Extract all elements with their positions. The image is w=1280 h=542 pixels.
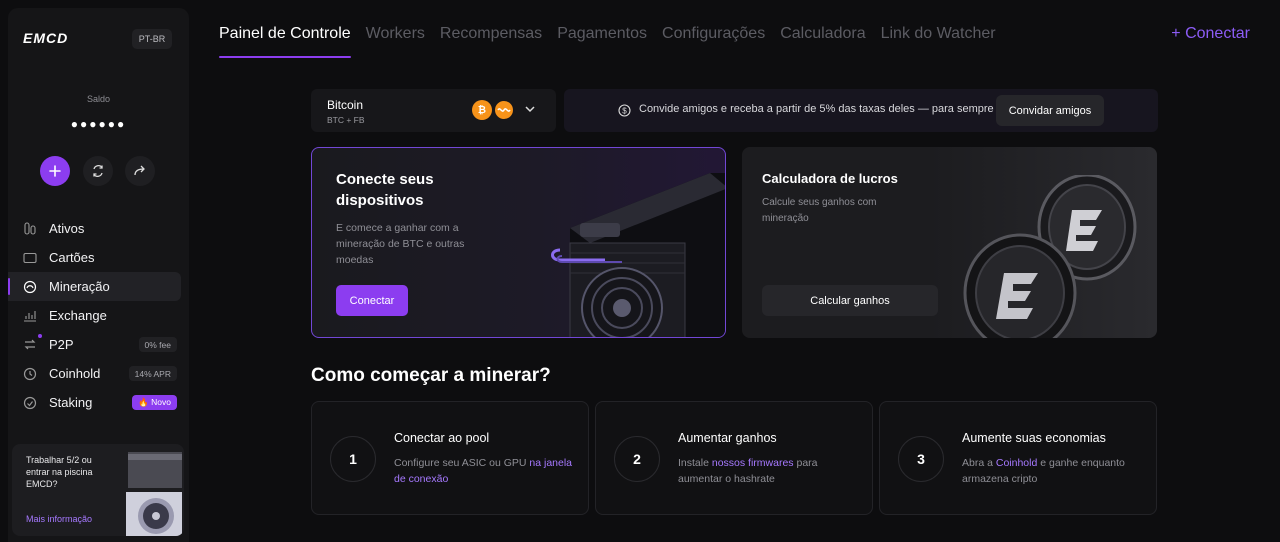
send-arrow-icon <box>134 165 145 176</box>
coinhold-link[interactable]: Coinhold <box>996 457 1037 469</box>
language-selector[interactable]: PT-BR <box>132 29 172 49</box>
step-title: Conectar ao pool <box>394 431 490 445</box>
apr-badge: 14% APR <box>128 366 177 381</box>
how-to-start-title: Como começar a minerar? <box>311 365 551 386</box>
sidebar-item-label: Exchange <box>49 308 107 323</box>
tab-dashboard[interactable]: Painel de Controle <box>219 25 351 58</box>
tab-rewards[interactable]: Recompensas <box>440 25 542 58</box>
connect-button[interactable]: Conectar <box>336 285 408 316</box>
bitcoin-icon: ₿ <box>472 100 492 120</box>
deposit-button[interactable] <box>40 156 70 186</box>
plus-icon <box>49 165 61 177</box>
balance-label: Saldo <box>86 94 111 104</box>
coin-name: Bitcoin <box>327 98 364 112</box>
sidebar-item-label: P2P <box>49 337 74 352</box>
sidebar-item-mineracao[interactable]: Mineração <box>8 272 181 301</box>
step-number: 2 <box>614 436 660 482</box>
sidebar-item-staking[interactable]: Staking 🔥 Novo <box>8 388 189 417</box>
balance-value[interactable]: ●●●●●● <box>8 117 189 131</box>
invite-friends-button[interactable]: Convidar amigos <box>996 95 1104 126</box>
coinhold-icon <box>23 367 37 381</box>
step-number: 3 <box>898 436 944 482</box>
step-desc-text: Configure seu ASIC ou GPU <box>394 457 530 469</box>
dollar-circle-icon: $ <box>618 104 631 117</box>
tab-payments[interactable]: Pagamentos <box>557 25 647 58</box>
sidebar-item-label: Mineração <box>49 279 110 294</box>
calculate-earnings-button[interactable]: Calcular ganhos <box>762 285 938 316</box>
step-description: Abra a Coinhold e ganhe enquanto armazen… <box>962 455 1142 487</box>
step-card: 1 Conectar ao pool Configure seu ASIC ou… <box>311 401 589 515</box>
sidebar-item-label: Ativos <box>49 221 85 236</box>
sidebar-item-cartoes[interactable]: Cartões <box>8 243 189 272</box>
tab-watcher-link[interactable]: Link do Watcher <box>881 25 996 58</box>
mining-icon <box>23 280 37 294</box>
fractal-bitcoin-icon <box>494 100 514 120</box>
emcd-logo[interactable]: EMCD <box>23 30 68 46</box>
card-icon <box>23 251 37 265</box>
asic-miner-illustration <box>551 173 725 337</box>
swap-icon <box>93 165 103 177</box>
promo-banner[interactable]: Trabalhar 5/2 ou entrar na piscina EMCD?… <box>12 444 184 536</box>
referral-banner: $ Convide amigos e receba a partir de 5%… <box>564 89 1158 132</box>
assets-icon <box>23 222 37 236</box>
send-button[interactable] <box>125 156 155 186</box>
promo-text: Trabalhar 5/2 ou entrar na piscina EMCD? <box>26 455 93 489</box>
exchange-icon <box>23 309 37 323</box>
connect-card-description: E comece a ganhar com a mineração de BTC… <box>336 222 465 266</box>
staking-icon <box>23 396 37 410</box>
top-tabs: Painel de Controle Workers Recompensas P… <box>219 25 1011 58</box>
tab-settings[interactable]: Configurações <box>662 25 765 58</box>
promo-more-info-link[interactable]: Mais informação <box>26 514 92 524</box>
fee-badge: 0% fee <box>138 337 177 352</box>
notification-dot <box>38 334 42 338</box>
sidebar-item-ativos[interactable]: Ativos <box>8 214 189 243</box>
exchange-action-button[interactable] <box>83 156 113 186</box>
sidebar-item-p2p[interactable]: P2P 0% fee <box>8 330 189 359</box>
sidebar-nav: Ativos Cartões Mineração Exchange P2P 0%… <box>8 214 189 417</box>
step-desc-text: Instale <box>678 457 712 469</box>
sidebar-item-label: Staking <box>49 395 93 410</box>
sidebar-item-exchange[interactable]: Exchange <box>8 301 189 330</box>
new-badge: 🔥 Novo <box>132 395 177 410</box>
step-number: 1 <box>330 436 376 482</box>
emcd-coins-illustration <box>963 175 1137 338</box>
svg-text:$: $ <box>622 106 627 115</box>
referral-text: Convide amigos e receba a partir de 5% d… <box>639 103 994 115</box>
coin-selector[interactable]: Bitcoin BTC + FB ₿ <box>311 89 556 132</box>
step-desc-text: Abra a <box>962 457 996 469</box>
calc-card-title: Calculadora de lucros <box>762 171 898 186</box>
coin-subtitle: BTC + FB <box>327 115 365 125</box>
step-title: Aumente suas economias <box>962 431 1106 445</box>
asic-miner-illustration <box>126 452 182 536</box>
p2p-icon <box>23 338 37 352</box>
step-card: 3 Aumente suas economias Abra a Coinhold… <box>879 401 1157 515</box>
step-description: Instale nossos firmwares para aumentar o… <box>678 455 858 487</box>
step-card: 2 Aumentar ganhos Instale nossos firmwar… <box>595 401 873 515</box>
profit-calculator-card: Calculadora de lucros Calcule seus ganho… <box>742 147 1157 338</box>
chevron-down-icon <box>525 106 535 113</box>
connect-top-button[interactable]: + Conectar <box>1171 25 1250 43</box>
sidebar: EMCD PT-BR Saldo ●●●●●● Ativos Cartões M… <box>8 8 189 542</box>
connect-card-title: Conecte seus dispositivos <box>336 171 434 209</box>
firmware-link[interactable]: nossos firmwares <box>712 457 794 469</box>
step-description: Configure seu ASIC ou GPU na janela de c… <box>394 455 574 487</box>
calc-card-description: Calcule seus ganhos com mineração <box>762 197 877 224</box>
connect-devices-card: Conecte seus dispositivos E comece a gan… <box>311 147 726 338</box>
tab-workers[interactable]: Workers <box>366 25 425 58</box>
sidebar-item-coinhold[interactable]: Coinhold 14% APR <box>8 359 189 388</box>
sidebar-item-label: Coinhold <box>49 366 101 381</box>
step-title: Aumentar ganhos <box>678 431 777 445</box>
tab-calculator[interactable]: Calculadora <box>780 25 865 58</box>
sidebar-item-label: Cartões <box>49 250 95 265</box>
